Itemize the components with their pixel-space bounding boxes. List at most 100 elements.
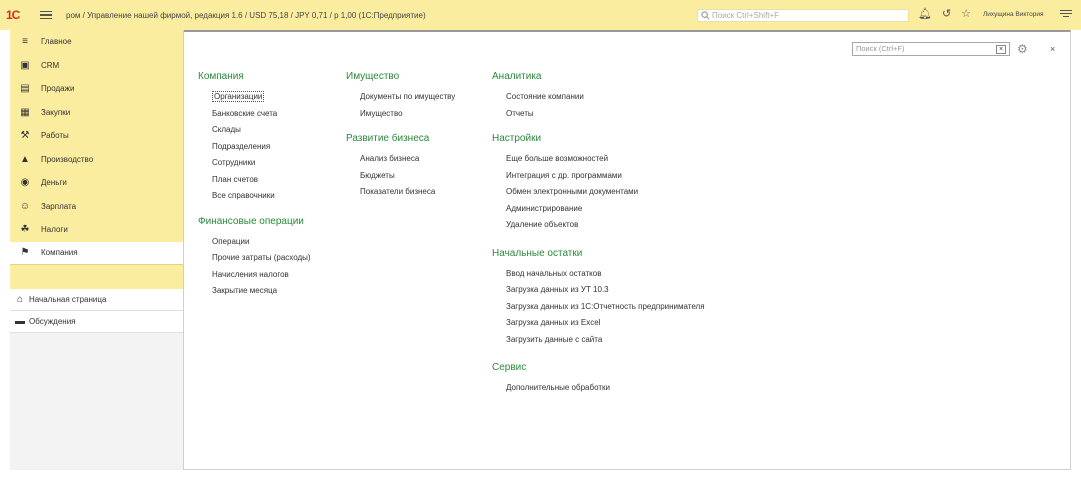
home-icon: ⌂ (16, 294, 24, 305)
section-link[interactable]: Состояние компании (492, 89, 705, 106)
column-3: Аналитика Состояние компании Отчеты Настро… (492, 70, 705, 397)
section-link[interactable]: Организации (198, 89, 311, 106)
sidebar-item-label: Работы (41, 131, 69, 141)
sidebar-item-label: Компания (41, 248, 78, 258)
discussion-icon: ▬ (15, 316, 25, 327)
section-link[interactable]: Прочие затраты (расходы) (198, 250, 311, 267)
sidebar-item-label: Обсуждения (29, 317, 76, 326)
sidebar-item-label: CRM (41, 60, 60, 70)
section-link[interactable]: Имущество (346, 106, 455, 123)
sidebar-item-7[interactable]: ☺ Зарплата (10, 195, 184, 219)
section-link[interactable]: Загрузка данных из УТ 10.3 (492, 282, 705, 299)
section-link[interactable]: Все справочники (198, 188, 311, 205)
section-link-label: Интеграция с др. программами (506, 170, 622, 180)
section-link-label: Загрузка данных из 1С:Отчетность предпри… (506, 301, 705, 311)
section-link[interactable]: Закрытие месяца (198, 283, 311, 300)
section-link-label: Имущество (360, 108, 403, 118)
section-link[interactable]: Удаление объектов (492, 217, 705, 234)
section-link-label: Показатели бизнеса (360, 187, 436, 196)
sidebar-item-3[interactable]: ▦ Закупки (10, 101, 184, 125)
sidebar-item-label: Продажи (41, 84, 75, 94)
star-icon[interactable]: ☆ (961, 8, 971, 21)
section-link[interactable]: Склады (198, 122, 311, 139)
sidebar-item-0[interactable]: ≡ Главное (10, 30, 184, 54)
section-link[interactable]: Анализ бизнеса (346, 151, 455, 168)
section-link[interactable]: Администрирование (492, 201, 705, 218)
purchases-icon: ▦ (20, 106, 30, 118)
section-link-label: Удаление объектов (506, 220, 579, 229)
sidebar-item-label: Главное (41, 37, 72, 47)
sidebar-item-1[interactable]: ▣ CRM (10, 54, 184, 78)
search-icon (701, 11, 710, 20)
section-link-label: Банковские счета (212, 108, 278, 118)
section-link[interactable]: Интеграция с др. программами (492, 168, 705, 185)
section-link[interactable]: Подразделения (198, 139, 311, 156)
sidebar-item-8[interactable]: ☘ Налоги (10, 218, 184, 242)
section-link[interactable]: Загрузка данных из 1С:Отчетность предпри… (492, 299, 705, 316)
column-1: Компания Организации Банковские счета Склад… (198, 70, 311, 300)
section-link[interactable]: Ввод начальных остатков (492, 266, 705, 283)
section-link-label: Загрузка данных из УТ 10.3 (506, 285, 609, 294)
section-title-property: Имущество (346, 71, 400, 82)
section-link[interactable]: Сотрудники (198, 155, 311, 172)
section-search-input[interactable]: Поиск (Ctrl+F) (852, 42, 1010, 56)
sidebar-item-4[interactable]: ⚒ Работы (10, 124, 184, 148)
bell-icon[interactable]: 🔔︎ (918, 8, 932, 21)
sidebar-item-label: Закупки (41, 107, 71, 117)
user-name[interactable]: Лихущина Виктория (983, 11, 1044, 18)
section-link[interactable]: Документы по имуществу (346, 89, 455, 106)
section-title-analytics: Аналитика (492, 71, 542, 82)
sidebar-item-label: Зарплата (41, 201, 77, 211)
section-link[interactable]: Начисления налогов (198, 267, 311, 284)
sidebar-item-label: Налоги (41, 225, 68, 235)
section-link[interactable]: Обмен электронными документами (492, 184, 705, 201)
section-link[interactable]: Еще больше возможностей (492, 151, 705, 168)
crm-icon: ▣ (20, 59, 30, 71)
sidebar-item-1[interactable]: ▬ Обсуждения (10, 311, 184, 333)
money-icon: ◉ (20, 177, 30, 189)
section-link[interactable]: Отчеты (492, 106, 705, 123)
section-link-label: Анализ бизнеса (360, 154, 420, 163)
section-link[interactable]: План счетов (198, 172, 311, 189)
section-link[interactable]: Загрузка данных из Excel (492, 315, 705, 332)
section-link-label: Ввод начальных остатков (506, 268, 602, 278)
top-bar: 1С ром / Управление нашей фирмой, редакц… (0, 0, 1081, 30)
section-link-label: Бюджеты (360, 170, 395, 180)
sidebar-item-label: Начальная страница (29, 295, 107, 304)
section-link-label: Загрузка данных из Excel (506, 318, 601, 327)
section-link-label: Закрытие месяца (212, 286, 278, 295)
factory-icon: ▲ (20, 153, 30, 165)
close-button[interactable]: × (1050, 44, 1055, 54)
sidebar-item-5[interactable]: ▲ Производство (10, 148, 184, 172)
flag-icon: ⚑ (20, 247, 30, 259)
column-2: Имущество Документы по имуществу Имущество… (346, 70, 455, 201)
app-logo: 1С (6, 8, 20, 22)
salary-icon: ☺ (19, 200, 31, 212)
global-search-input[interactable]: Поиск Ctrl+Shift+F (697, 9, 909, 22)
main-panel: Поиск (Ctrl+F) × ⚙ × Компания Организации… (184, 30, 1071, 470)
search-clear-button[interactable]: × (996, 45, 1006, 54)
section-title-service: Сервис (492, 362, 527, 373)
settings-menu-icon[interactable] (1060, 10, 1072, 17)
section-link-label: План счетов (212, 174, 259, 184)
section-link[interactable]: Операции (198, 234, 311, 251)
section-link[interactable]: Показатели бизнеса (346, 184, 455, 201)
section-link[interactable]: Дополнительные обработки (492, 380, 705, 397)
sidebar-item-6[interactable]: ◉ Деньги (10, 171, 184, 195)
history-icon[interactable]: ↺ (942, 8, 951, 21)
gear-icon[interactable]: ⚙ (1017, 42, 1028, 56)
sidebar-item-0[interactable]: ⌂ Начальная страница (10, 289, 184, 311)
taxes-icon: ☘ (20, 224, 30, 236)
section-link-label: Дополнительные обработки (506, 383, 610, 392)
section-link-label: Прочие затраты (расходы) (212, 253, 311, 262)
section-link[interactable]: Банковские счета (198, 106, 311, 123)
section-link[interactable]: Загрузить данные с сайта (492, 332, 705, 349)
section-link-label: Организации (212, 91, 265, 102)
section-link-label: Склады (212, 125, 241, 134)
global-search-placeholder: Поиск Ctrl+Shift+F (712, 11, 780, 20)
section-link[interactable]: Бюджеты (346, 168, 455, 185)
sidebar-item-9[interactable]: ⚑ Компания (10, 241, 184, 265)
sidebar-item-2[interactable]: ▤ Продажи (10, 77, 184, 101)
section-title-initial: Начальные остатки (492, 247, 583, 259)
main-menu-icon[interactable] (40, 10, 52, 20)
